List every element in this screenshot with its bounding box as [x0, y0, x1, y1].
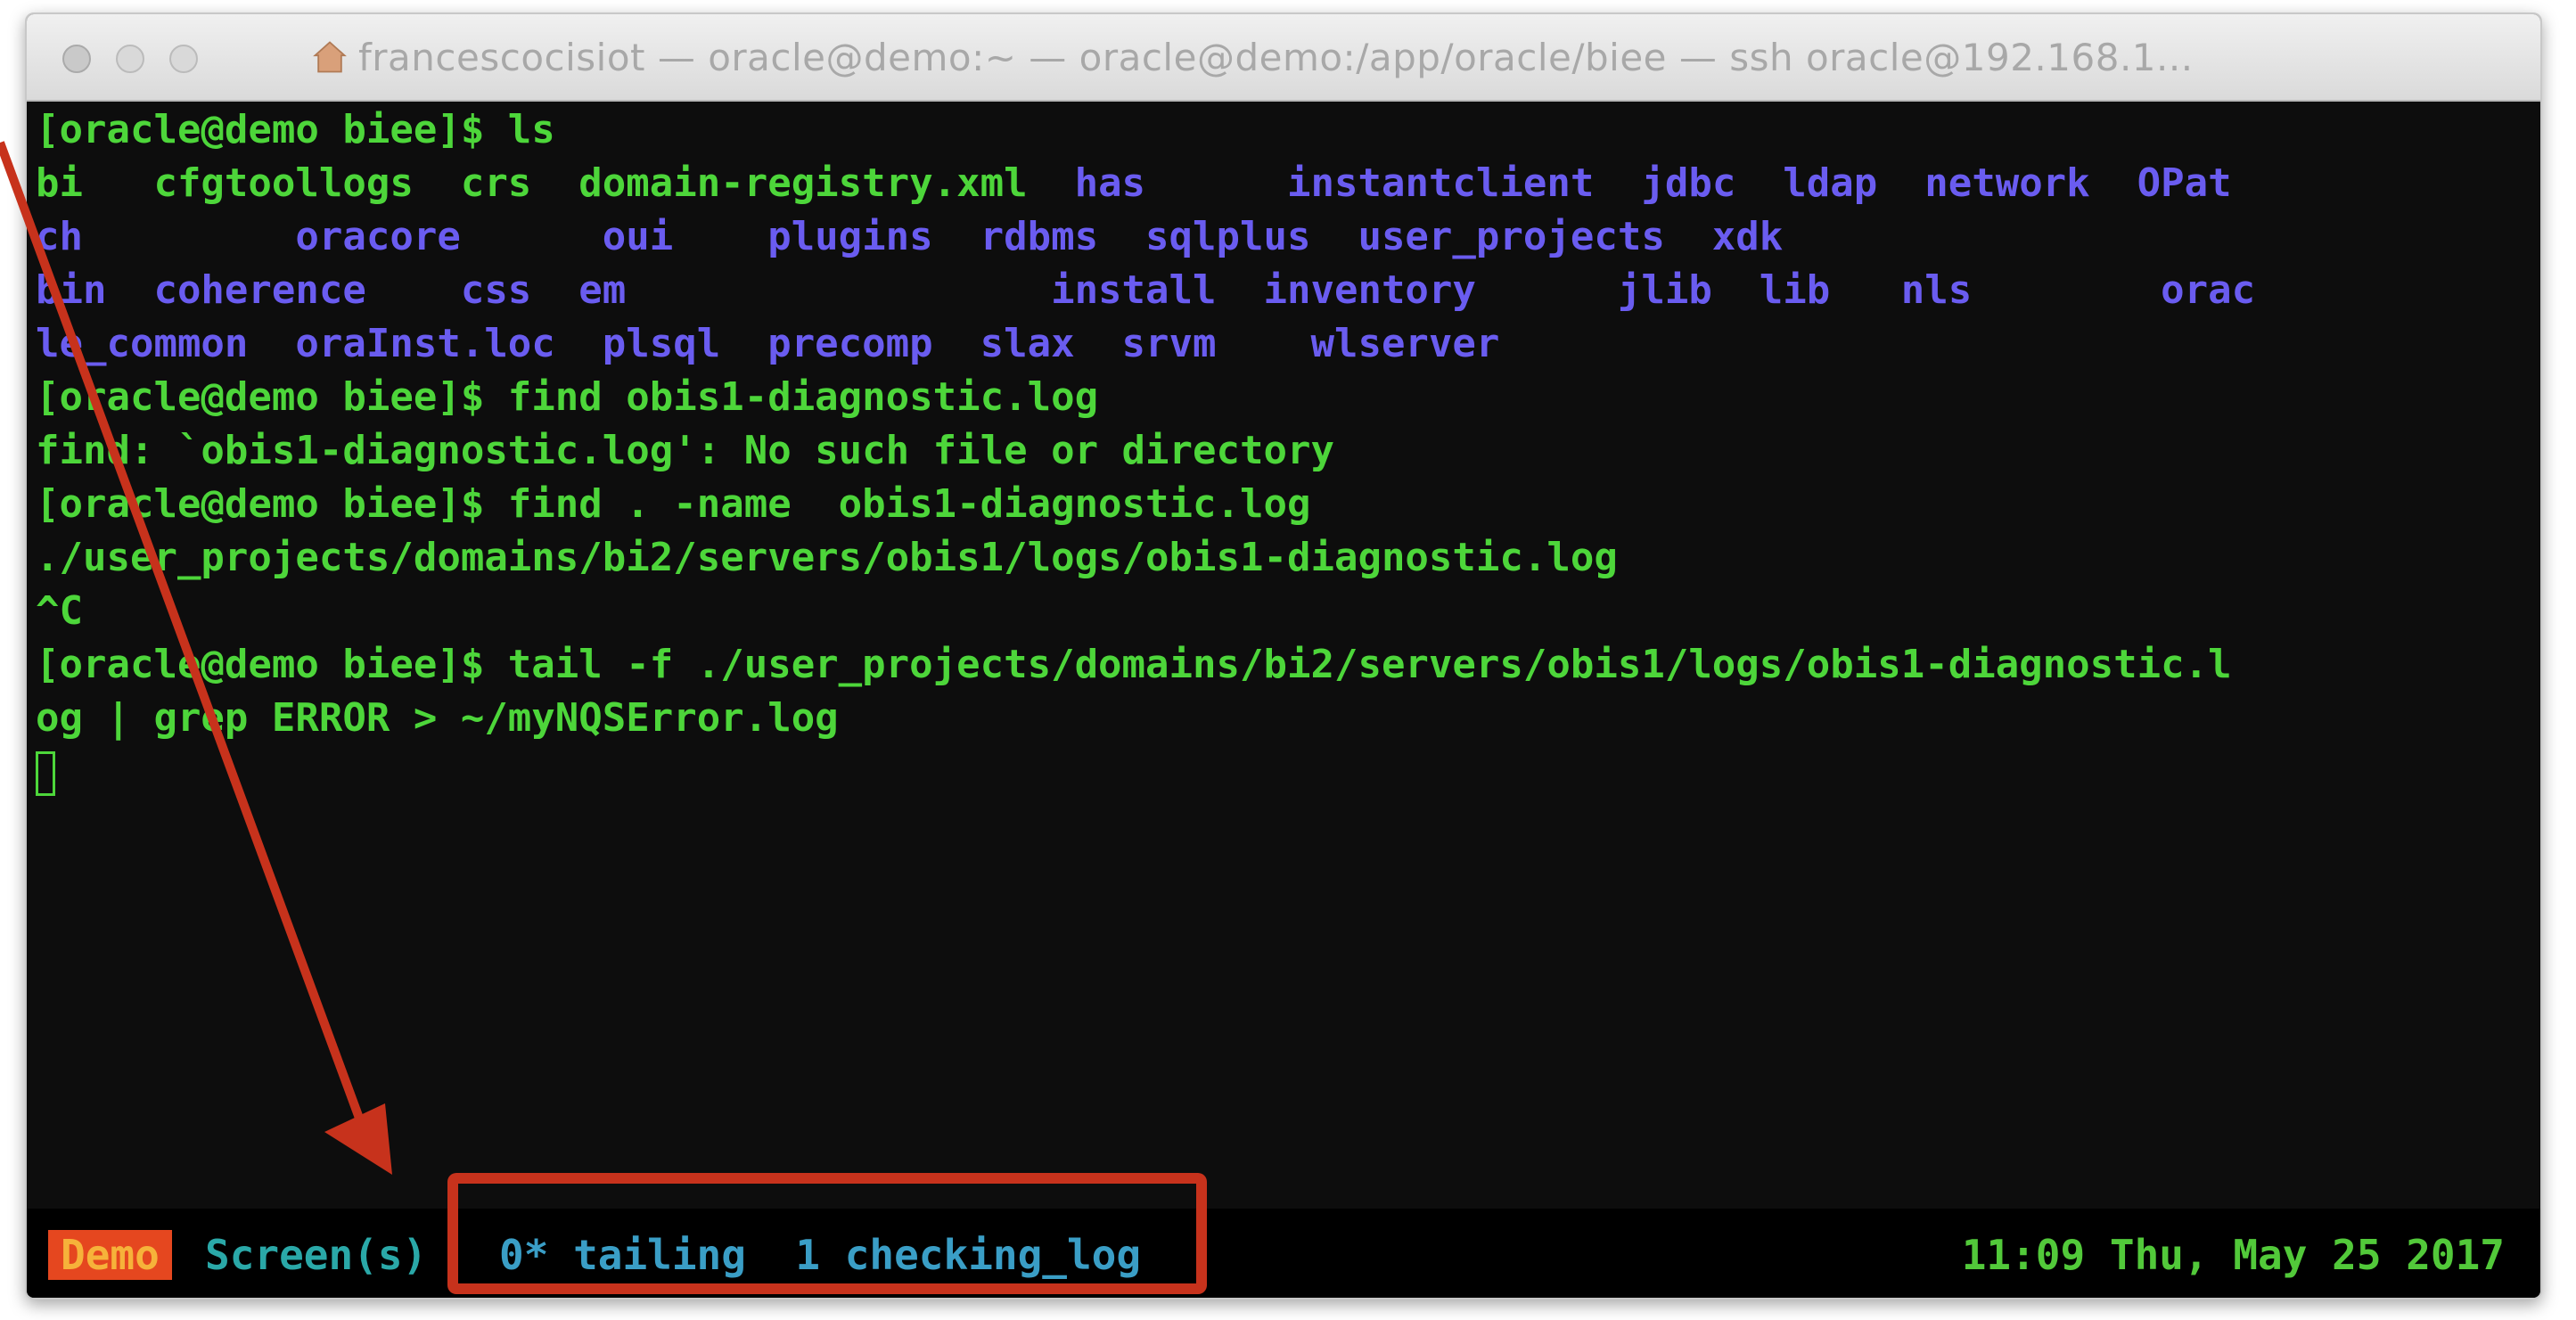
annotation-arrow-icon [0, 141, 392, 1175]
